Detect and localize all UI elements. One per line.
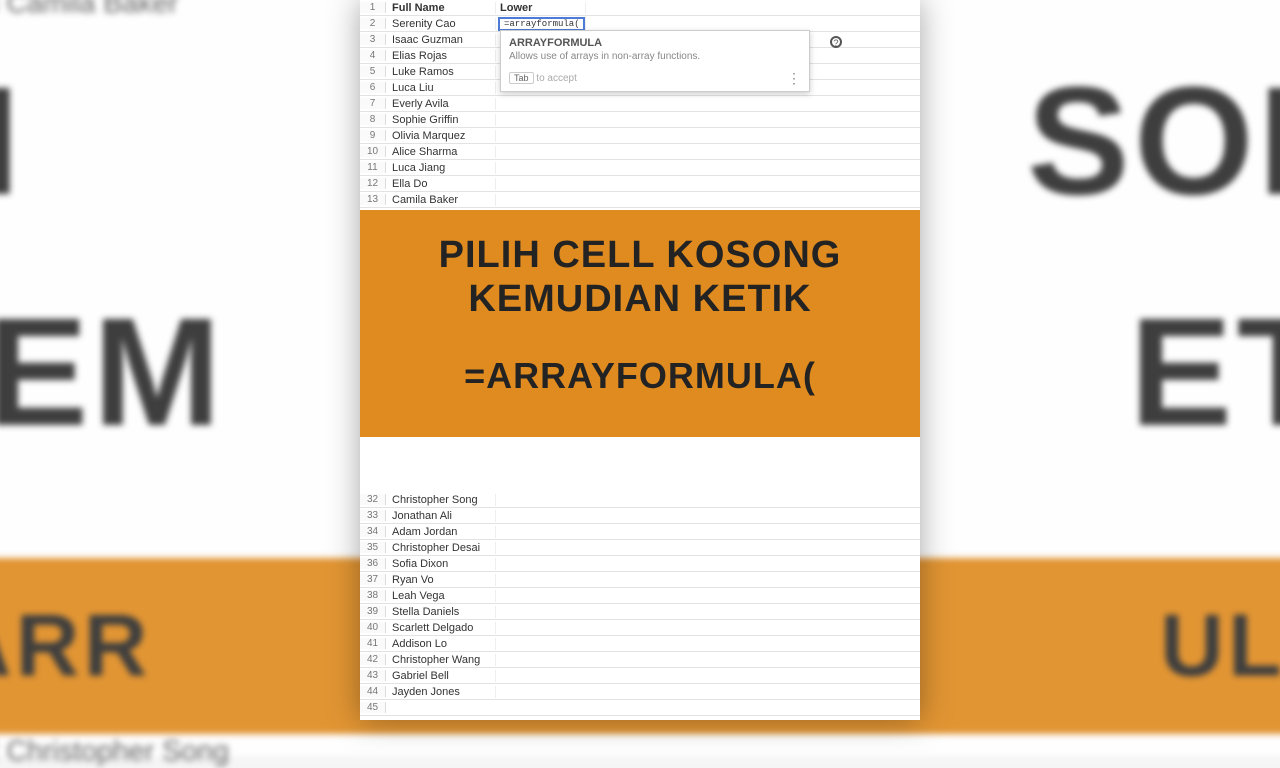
instruction-line-2: KEMUDIAN KETIK: [378, 278, 902, 322]
cell-name[interactable]: Camila Baker: [386, 194, 496, 206]
table-row[interactable]: 40Scarlett Delgado: [360, 620, 920, 636]
table-row[interactable]: 32Christopher Song: [360, 492, 920, 508]
rownum: 6: [360, 82, 386, 93]
table-row[interactable]: 8Sophie Griffin: [360, 112, 920, 128]
instruction-overlay: PILIH CELL KOSONG KEMUDIAN KETIK =ARRAYF…: [360, 210, 920, 437]
autocomplete-hint: Tab to accept ⋮: [509, 70, 801, 87]
rownum: 45: [360, 702, 386, 713]
table-row[interactable]: 41Addison Lo: [360, 636, 920, 652]
header-full-name: Full Name: [386, 2, 496, 14]
cell-name[interactable]: Sofia Dixon: [386, 558, 496, 570]
cell-name[interactable]: Christopher Song: [386, 494, 496, 506]
cell-name[interactable]: Scarlett Delgado: [386, 622, 496, 634]
rownum: 32: [360, 494, 386, 505]
cell-name[interactable]: Stella Daniels: [386, 606, 496, 618]
cell-name[interactable]: Jonathan Ali: [386, 510, 496, 522]
active-formula-cell[interactable]: =arrayformula(: [496, 17, 586, 31]
header-lower: Lower: [496, 2, 586, 14]
table-row[interactable]: 36Sofia Dixon: [360, 556, 920, 572]
rownum: 40: [360, 622, 386, 633]
rownum: 41: [360, 638, 386, 649]
cell-name[interactable]: Addison Lo: [386, 638, 496, 650]
cell-name[interactable]: Sophie Griffin: [386, 114, 496, 126]
table-row[interactable]: 10Alice Sharma: [360, 144, 920, 160]
rownum: 3: [360, 34, 386, 45]
autocomplete-description: Allows use of arrays in non-array functi…: [509, 51, 801, 62]
cell-name[interactable]: Olivia Marquez: [386, 130, 496, 142]
rownum: 34: [360, 526, 386, 537]
table-row[interactable]: 11Luca Jiang: [360, 160, 920, 176]
table-row[interactable]: 42Christopher Wang: [360, 652, 920, 668]
rownum: 5: [360, 66, 386, 77]
help-icon[interactable]: ?: [830, 36, 842, 48]
rownum: 13: [360, 194, 386, 205]
rownum: 4: [360, 50, 386, 61]
rownum: 12: [360, 178, 386, 189]
table-row[interactable]: 7Everly Avila: [360, 96, 920, 112]
cell-name[interactable]: Gabriel Bell: [386, 670, 496, 682]
bg-large-text-right-2: ETIK: [1130, 283, 1280, 461]
more-icon[interactable]: ⋮: [787, 70, 801, 87]
cell-name[interactable]: Alice Sharma: [386, 146, 496, 158]
bg-row-bottom: 32Christopher Song: [0, 734, 229, 768]
center-panel: 1 Full Name Lower 2 Serenity Cao =arrayf…: [360, 0, 920, 720]
cell-name[interactable]: Ryan Vo: [386, 574, 496, 586]
rownum: 39: [360, 606, 386, 617]
table-row[interactable]: 39Stella Daniels: [360, 604, 920, 620]
table-row[interactable]: 33Jonathan Ali: [360, 508, 920, 524]
spreadsheet-bottom: 32Christopher Song33Jonathan Ali34Adam J…: [360, 492, 920, 716]
table-row[interactable]: 12Ella Do: [360, 176, 920, 192]
table-row[interactable]: 35Christopher Desai: [360, 540, 920, 556]
rownum: 44: [360, 686, 386, 697]
rownum: 9: [360, 130, 386, 141]
cell-name[interactable]: Luca Jiang: [386, 162, 496, 174]
rownum: 36: [360, 558, 386, 569]
bg-large-text-right-1: SONG: [1027, 52, 1280, 230]
header-row: 1 Full Name Lower: [360, 0, 920, 16]
rownum: 33: [360, 510, 386, 521]
rownum: 37: [360, 574, 386, 585]
instruction-formula: =ARRAYFORMULA(: [378, 355, 902, 397]
table-row[interactable]: 44Jayden Jones: [360, 684, 920, 700]
cell-name[interactable]: Luke Ramos: [386, 66, 496, 78]
spreadsheet-top: 1 Full Name Lower 2 Serenity Cao =arrayf…: [360, 0, 920, 208]
cell-name[interactable]: Leah Vega: [386, 590, 496, 602]
formula-autocomplete-popup[interactable]: ARRAYFORMULA Allows use of arrays in non…: [500, 30, 810, 92]
table-row[interactable]: 45: [360, 700, 920, 716]
formula-input[interactable]: =arrayformula(: [498, 17, 585, 31]
rownum: 11: [360, 162, 386, 173]
bg-large-text-left-1: PI: [0, 52, 24, 230]
rownum: 38: [360, 590, 386, 601]
table-row[interactable]: 37Ryan Vo: [360, 572, 920, 588]
autocomplete-title: ARRAYFORMULA: [509, 37, 801, 49]
table-row[interactable]: 34Adam Jordan: [360, 524, 920, 540]
cell-name[interactable]: Everly Avila: [386, 98, 496, 110]
table-row[interactable]: 13Camila Baker: [360, 192, 920, 208]
cell-name[interactable]: Christopher Wang: [386, 654, 496, 666]
cell-name[interactable]: Jayden Jones: [386, 686, 496, 698]
rownum: 10: [360, 146, 386, 157]
rownum: 7: [360, 98, 386, 109]
cell-name[interactable]: Serenity Cao: [386, 18, 496, 30]
rownum-header: 1: [360, 2, 386, 13]
cell-name[interactable]: Luca Liu: [386, 82, 496, 94]
rownum: 42: [360, 654, 386, 665]
cell-name[interactable]: Isaac Guzman: [386, 34, 496, 46]
rownum: 35: [360, 542, 386, 553]
cell-name[interactable]: Elias Rojas: [386, 50, 496, 62]
table-row[interactable]: 9Olivia Marquez: [360, 128, 920, 144]
rownum: 43: [360, 670, 386, 681]
table-row[interactable]: 38Leah Vega: [360, 588, 920, 604]
bg-row-top: 13Camila Baker: [0, 0, 178, 20]
cell-name[interactable]: Ella Do: [386, 178, 496, 190]
cell-name[interactable]: Adam Jordan: [386, 526, 496, 538]
table-row[interactable]: 43Gabriel Bell: [360, 668, 920, 684]
cell-name[interactable]: Christopher Desai: [386, 542, 496, 554]
bg-large-text-left-2: KEM: [0, 283, 225, 461]
rownum: 8: [360, 114, 386, 125]
instruction-line-1: PILIH CELL KOSONG: [378, 234, 902, 278]
